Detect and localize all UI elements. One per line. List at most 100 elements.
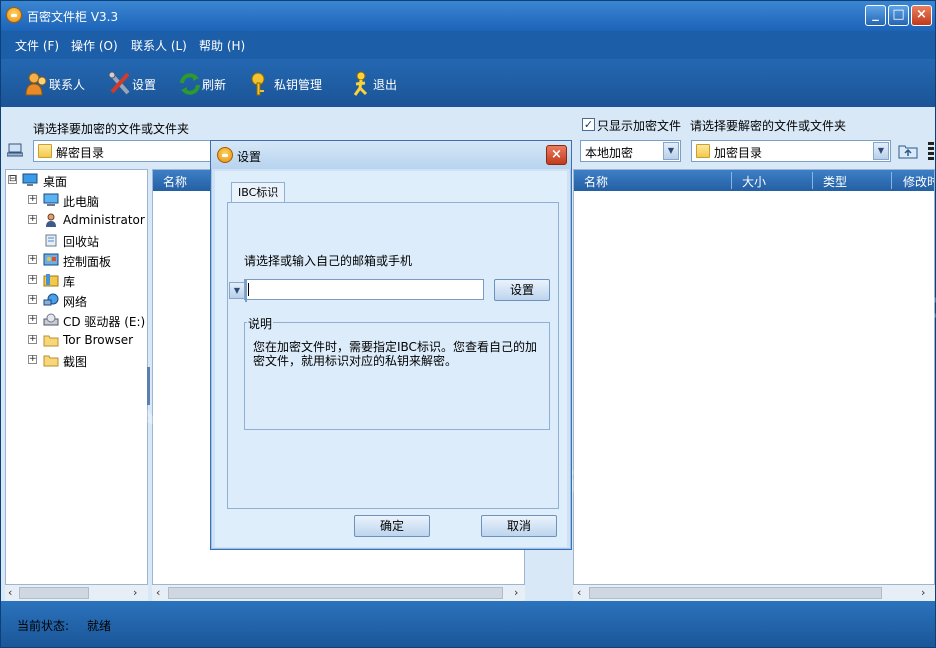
tree-expand-toggle[interactable]: + <box>28 255 37 264</box>
tree-expand-toggle[interactable]: + <box>28 275 37 284</box>
toolbar-settings-button[interactable]: 设置 <box>108 71 164 99</box>
scroll-right-arrow-icon[interactable]: › <box>133 586 137 599</box>
status-label: 当前状态: <box>17 619 70 633</box>
tab-ibc-identity[interactable]: IBC标识 <box>231 182 286 204</box>
column-type[interactable]: 类型 <box>823 173 847 190</box>
scroll-left-arrow-icon[interactable]: ‹ <box>577 586 581 599</box>
tree-collapse-toggle[interactable]: ⊟ <box>8 175 17 184</box>
chevron-down-icon[interactable]: ▼ <box>663 142 679 160</box>
close-button[interactable]: × <box>911 5 932 26</box>
toolbar-contacts-button[interactable]: 联系人 <box>25 71 91 99</box>
status-bar: 当前状态: 就绪 <box>1 601 935 647</box>
folder-up-icon[interactable] <box>898 142 918 160</box>
scroll-left-arrow-icon[interactable]: ‹ <box>8 586 12 599</box>
tree-expand-toggle[interactable]: + <box>28 215 37 224</box>
scrollbar-thumb[interactable] <box>19 587 89 599</box>
set-button[interactable]: 设置 <box>494 279 550 301</box>
refresh-icon <box>180 73 200 95</box>
chevron-down-icon[interactable]: ▼ <box>873 142 889 160</box>
menu-contacts[interactable]: 联系人 (L) <box>131 37 187 54</box>
folder-tree[interactable]: ⊟ 桌面 + 此电脑 + Administrator 回收站 + 控制面板 + … <box>5 169 148 585</box>
scrollbar-thumb[interactable] <box>168 587 503 599</box>
tree-expand-toggle[interactable]: + <box>28 335 37 344</box>
dialog-close-button[interactable]: × <box>546 145 567 165</box>
left-folder-combo[interactable]: 解密目录 <box>33 140 213 162</box>
computer-icon <box>43 193 59 206</box>
tree-expand-toggle[interactable]: + <box>28 355 37 364</box>
tree-item-label: 网络 <box>63 295 88 309</box>
toolbar-key-management-button[interactable]: 私钥管理 <box>250 71 330 99</box>
library-icon <box>43 274 59 287</box>
tree-item-label: Administrator <box>63 213 145 227</box>
dialog-title-bar[interactable]: 设置 × <box>211 141 571 169</box>
cd-drive-icon <box>43 313 59 326</box>
chevron-down-icon[interactable]: ▼ <box>229 282 245 299</box>
ibc-identity-input[interactable]: ▼ <box>229 279 484 302</box>
column-size[interactable]: 大小 <box>742 173 766 190</box>
right-list-header: 名称 大小 类型 修改时 <box>574 170 934 191</box>
tree-item-label: 库 <box>63 275 76 289</box>
toolbar-contacts-label: 联系人 <box>49 78 86 92</box>
right-folder-combo[interactable]: 加密目录 ▼ <box>691 140 891 162</box>
only-encrypted-checkbox[interactable]: ✓ <box>582 118 595 131</box>
dialog-body: IBC标识 请选择或输入自己的邮箱或手机 ▼ 设置 说明 您在加密文件时，需要指… <box>215 171 567 547</box>
toolbar-exit-button[interactable]: 退出 <box>349 71 399 99</box>
toolbar-key-management-label: 私钥管理 <box>274 78 323 92</box>
column-separator[interactable] <box>891 172 892 189</box>
window-title: 百密文件柜 V3.3 <box>27 10 119 24</box>
left-list-horizontal-scrollbar[interactable]: ‹ › <box>152 585 525 601</box>
left-pane-hint: 请选择要加密的文件或文件夹 <box>33 122 190 136</box>
settings-tools-icon <box>108 71 130 95</box>
app-logo-icon <box>6 7 22 23</box>
left-folder-combo-value: 解密目录 <box>56 146 105 160</box>
cancel-button[interactable]: 取消 <box>481 515 557 537</box>
toolbar: 联系人 设置 刷新 私钥管理 退出 <box>1 59 935 107</box>
tree-expand-toggle[interactable]: + <box>28 195 37 204</box>
tab-panel: 请选择或输入自己的邮箱或手机 ▼ 设置 说明 您在加密文件时，需要指定IBC标识… <box>227 202 559 509</box>
scroll-right-arrow-icon[interactable]: › <box>514 586 518 599</box>
tree-vertical-scrollbar[interactable] <box>147 367 150 405</box>
toolbar-refresh-button[interactable]: 刷新 <box>178 71 234 99</box>
only-encrypted-label: 只显示加密文件 <box>597 119 682 133</box>
column-name[interactable]: 名称 <box>163 173 187 190</box>
column-separator[interactable] <box>731 172 732 189</box>
folder-icon <box>43 335 59 347</box>
menu-file[interactable]: 文件 (F) <box>15 37 59 54</box>
column-name[interactable]: 名称 <box>584 173 608 190</box>
status-value: 就绪 <box>87 619 112 633</box>
location-combo[interactable]: 本地加密 ▼ <box>580 140 681 162</box>
scrollbar-thumb[interactable] <box>589 587 882 599</box>
right-folder-combo-value: 加密目录 <box>714 146 763 160</box>
tree-expand-toggle[interactable]: + <box>28 295 37 304</box>
tree-horizontal-scrollbar[interactable]: ‹ › <box>5 585 148 601</box>
exit-icon <box>353 71 368 96</box>
right-file-list[interactable]: 名称 大小 类型 修改时 <box>573 169 935 585</box>
toolbar-overflow-icon[interactable] <box>928 142 934 162</box>
title-bar: 百密文件柜 V3.3 _ □ × <box>1 1 935 31</box>
maximize-button[interactable]: □ <box>888 5 909 26</box>
menu-help[interactable]: 帮助 (H) <box>199 37 245 54</box>
network-icon <box>43 293 59 306</box>
right-list-horizontal-scrollbar[interactable]: ‹ › <box>573 585 935 601</box>
tree-item-label: CD 驱动器 (E:) <box>63 315 146 329</box>
column-separator[interactable] <box>812 172 813 189</box>
toolbar-settings-label: 设置 <box>132 78 157 92</box>
tree-expand-toggle[interactable]: + <box>28 315 37 324</box>
tree-item-label: 控制面板 <box>63 255 112 269</box>
menu-operate[interactable]: 操作 (O) <box>71 37 118 54</box>
scroll-left-arrow-icon[interactable]: ‹ <box>156 586 160 599</box>
tree-item-label: 回收站 <box>63 235 100 249</box>
description-group-title: 说明 <box>247 315 274 332</box>
tree-item-label: 截图 <box>63 355 88 369</box>
key-icon <box>251 72 265 96</box>
toolbar-refresh-label: 刷新 <box>202 78 227 92</box>
main-window: 百密文件柜 V3.3 _ □ × 文件 (F) 操作 (O) 联系人 (L) 帮… <box>0 0 936 648</box>
right-pane-hint: 请选择要解密的文件或文件夹 <box>690 119 847 133</box>
toolbar-exit-label: 退出 <box>373 78 398 92</box>
dialog-prompt: 请选择或输入自己的邮箱或手机 <box>244 254 413 268</box>
ok-button[interactable]: 确定 <box>354 515 430 537</box>
column-modified[interactable]: 修改时 <box>903 173 934 190</box>
minimize-button[interactable]: _ <box>865 5 886 26</box>
scroll-right-arrow-icon[interactable]: › <box>921 586 925 599</box>
tree-item-label: 此电脑 <box>63 195 100 209</box>
